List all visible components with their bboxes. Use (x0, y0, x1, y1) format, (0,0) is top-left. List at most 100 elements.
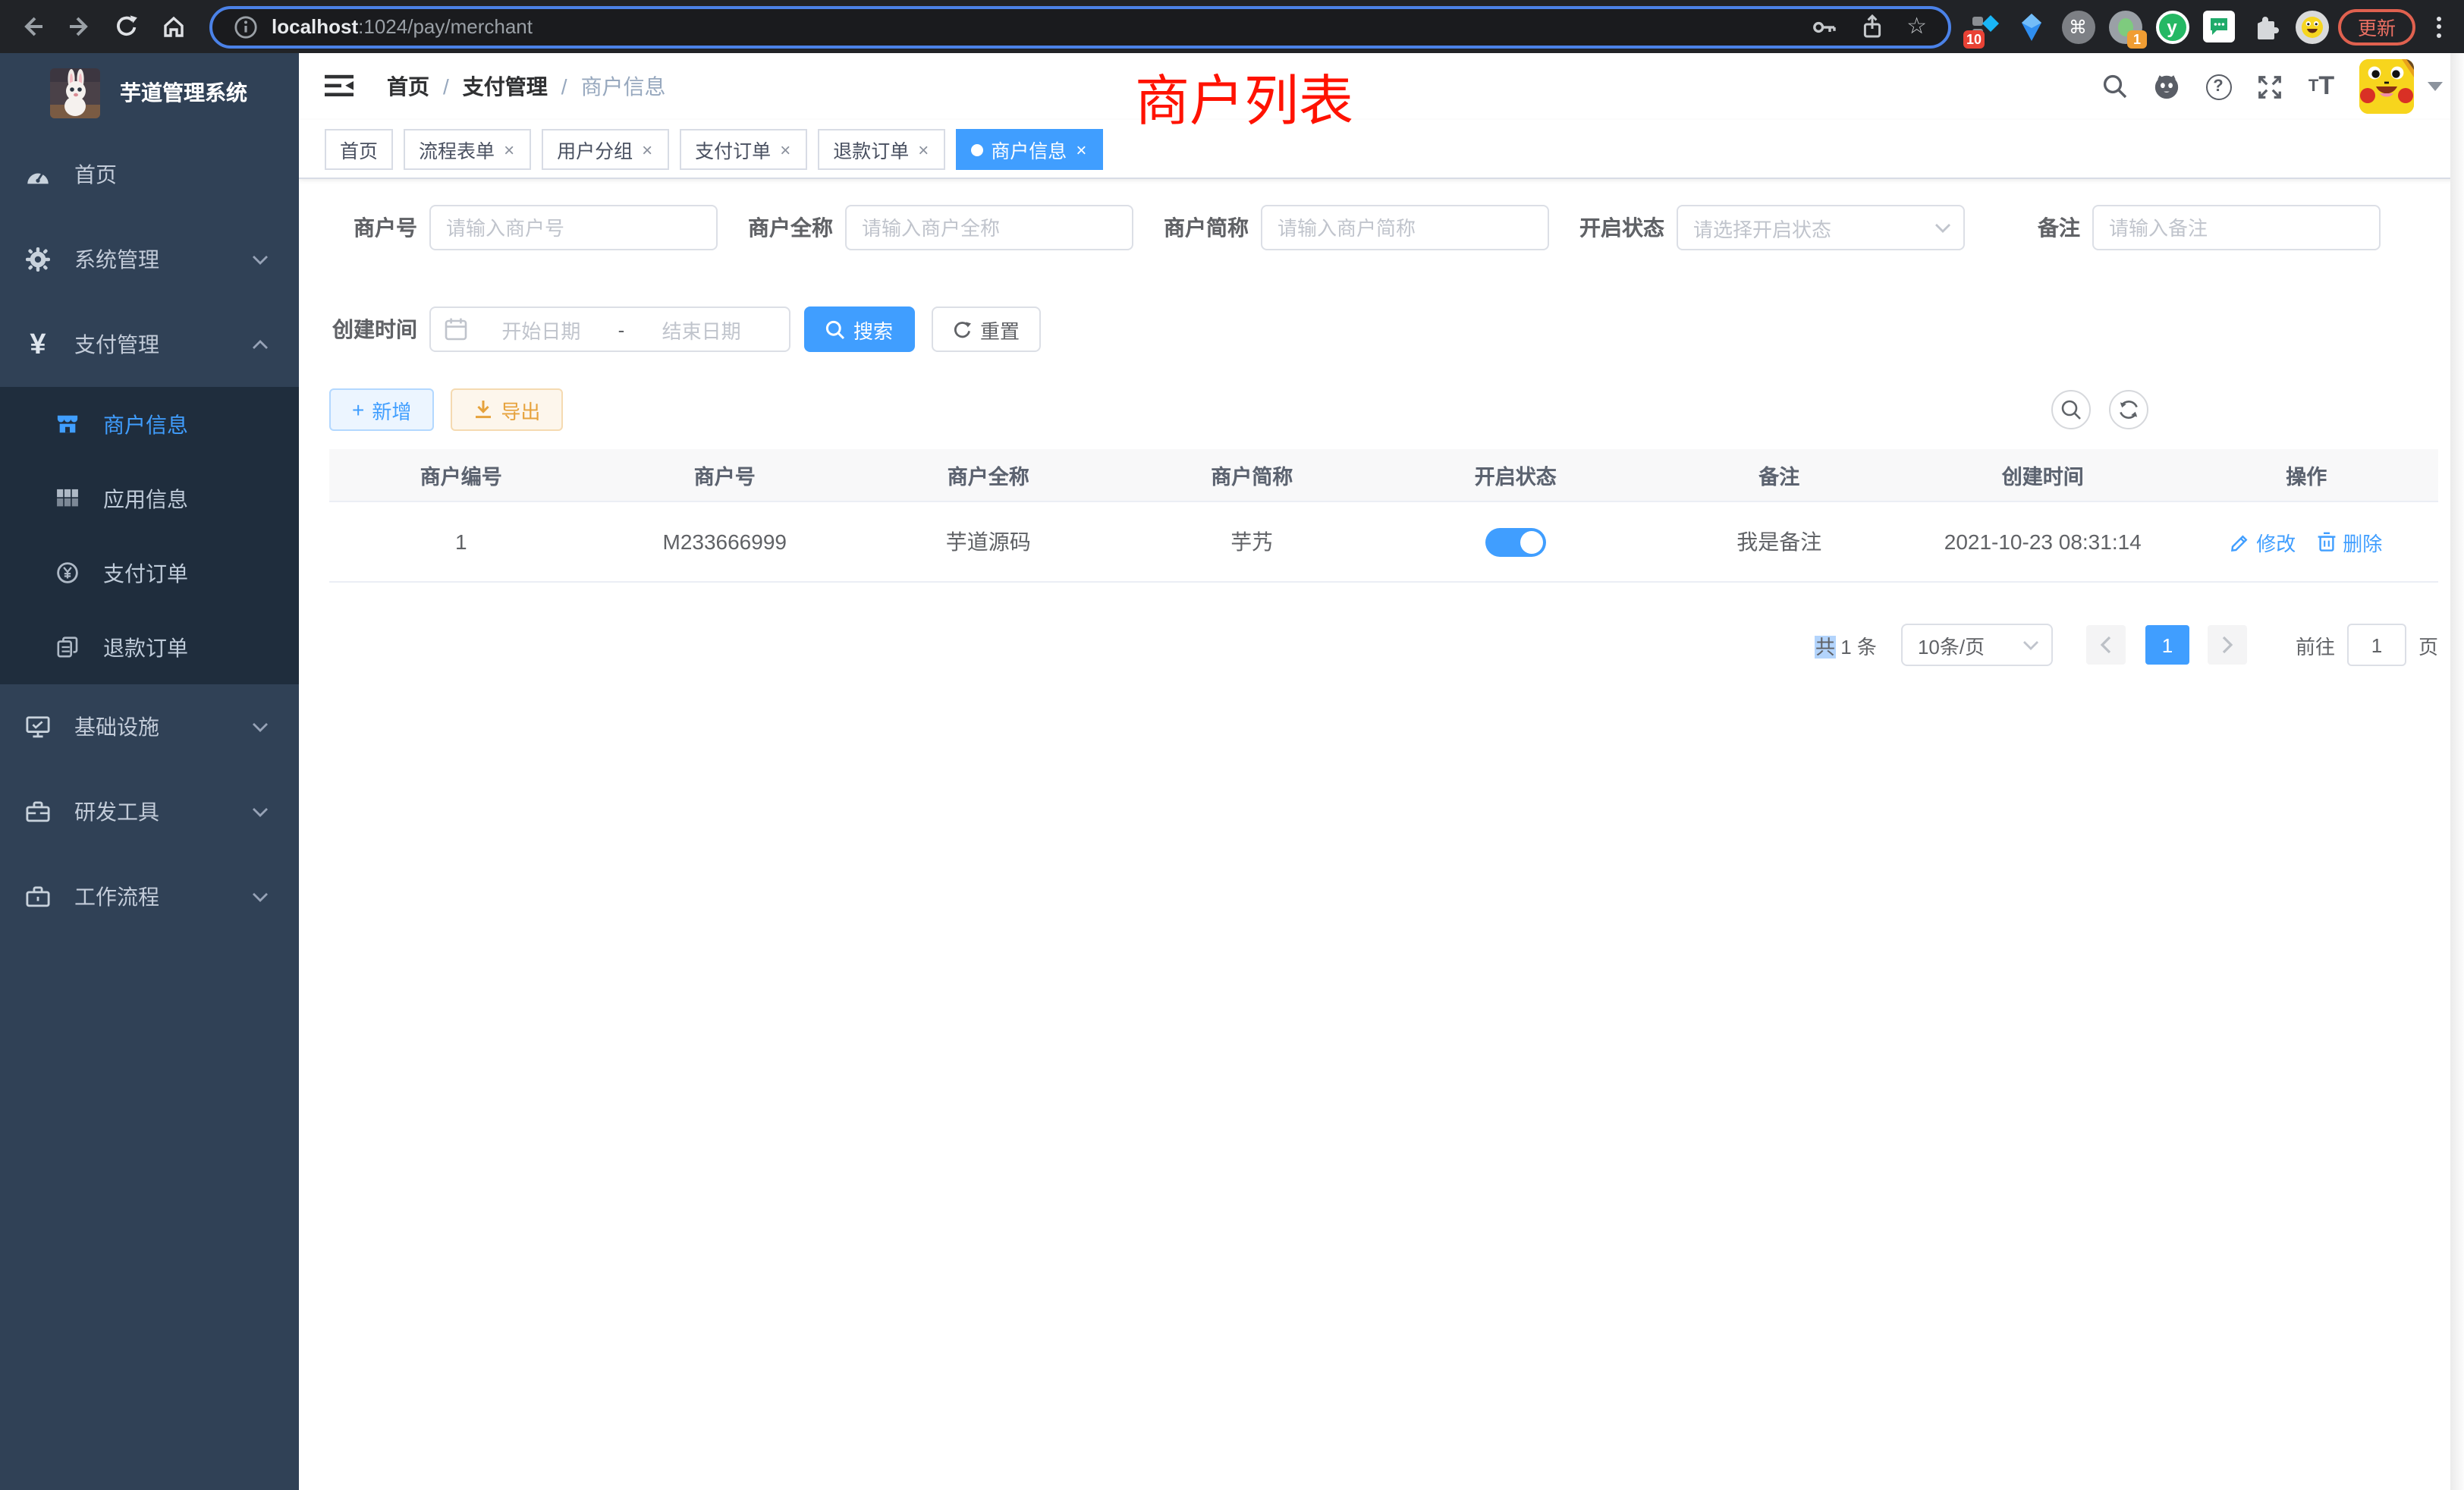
fullscreen-icon[interactable] (2256, 73, 2283, 100)
chevron-down-icon (252, 806, 269, 817)
address-bar[interactable]: localhost:1024/pay/merchant ☆ (209, 5, 1951, 48)
edit-link[interactable]: 修改 (2230, 527, 2296, 556)
col-remark: 备注 (1648, 449, 1912, 501)
cell-merchant-id: 1 (329, 502, 593, 581)
breadcrumb-home[interactable]: 首页 (387, 71, 429, 102)
sidebar-item-system[interactable]: 系统管理 (0, 217, 299, 302)
delete-link[interactable]: 删除 (2317, 527, 2382, 556)
yen-circle-icon (56, 561, 79, 584)
merchant-table: 商户编号 商户号 商户全称 商户简称 开启状态 备注 创建时间 操作 1 M23… (329, 449, 2438, 583)
create-time-range-input[interactable]: 开始日期 - 结束日期 (429, 306, 790, 352)
col-merchant-no: 商户号 (593, 449, 857, 501)
col-short-name: 商户简称 (1120, 449, 1384, 501)
page-number-1[interactable]: 1 (2145, 625, 2189, 665)
bookmark-star-icon[interactable]: ☆ (1906, 15, 1927, 38)
sidebar-item-workflow[interactable]: 工作流程 (0, 854, 299, 939)
goto-page-input[interactable] (2347, 624, 2406, 666)
store-icon (56, 413, 79, 435)
sidebar-item-label: 退款订单 (103, 632, 188, 662)
create-time-label: 创建时间 (314, 314, 417, 344)
export-button[interactable]: 导出 (451, 388, 563, 431)
user-avatar[interactable] (2359, 59, 2414, 114)
password-key-icon[interactable] (1811, 14, 1837, 39)
breadcrumb-current: 商户信息 (581, 71, 666, 102)
sidebar-item-dev-tools[interactable]: 研发工具 (0, 769, 299, 854)
extensions-puzzle-icon[interactable] (2249, 9, 2283, 44)
breadcrumb-payment[interactable]: 支付管理 (463, 71, 548, 102)
site-info-icon[interactable] (234, 14, 258, 39)
forward-icon[interactable] (59, 7, 99, 46)
col-actions: 操作 (2175, 449, 2439, 501)
back-icon[interactable] (12, 7, 52, 46)
pagination: 共 1 条 10条/页 1 前往 页 (299, 624, 2464, 666)
sidebar-item-app-info[interactable]: 应用信息 (0, 461, 299, 536)
full-name-input[interactable] (845, 205, 1133, 250)
extension-gem-icon[interactable] (2013, 9, 2048, 44)
help-icon[interactable]: ? (2205, 73, 2232, 100)
home-icon[interactable] (153, 7, 193, 46)
close-icon[interactable]: × (916, 140, 930, 159)
tab-merchant-info[interactable]: 商户信息× (956, 129, 1103, 170)
search-button[interactable]: 搜索 (804, 306, 915, 352)
screen: localhost:1024/pay/merchant ☆ 10 ⌘ (0, 0, 2464, 1490)
sidebar-item-payment[interactable]: ¥ 支付管理 (0, 302, 299, 387)
plus-icon: + (352, 399, 364, 420)
search-icon[interactable] (2101, 73, 2129, 100)
calendar-icon (445, 317, 467, 341)
merchant-no-input[interactable] (429, 205, 718, 250)
close-icon[interactable]: × (1074, 140, 1088, 159)
tab-process-form[interactable]: 流程表单× (404, 129, 531, 170)
sidebar: 芋道管理系统 首页 系统管理 ¥ 支付管理 (0, 53, 299, 1490)
remark-label: 备注 (1977, 212, 2080, 243)
extension-badge: 1 (2127, 30, 2147, 49)
profile-emoji-icon[interactable] (2296, 10, 2329, 43)
table-header: 商户编号 商户号 商户全称 商户简称 开启状态 备注 创建时间 操作 (329, 449, 2438, 502)
sidebar-item-infrastructure[interactable]: 基础设施 (0, 684, 299, 769)
extension-command-icon[interactable]: ⌘ (2060, 9, 2095, 44)
status-select[interactable]: 请选择开启状态 (1677, 205, 1965, 250)
short-name-input[interactable] (1261, 205, 1549, 250)
sidebar-toggle-icon[interactable] (325, 74, 355, 97)
font-size-icon[interactable]: TT (2308, 73, 2335, 100)
add-button[interactable]: +新增 (329, 388, 434, 431)
tab-user-group[interactable]: 用户分组× (542, 129, 669, 170)
reset-button[interactable]: 重置 (932, 306, 1041, 352)
share-icon[interactable] (1859, 14, 1884, 39)
refresh-table-icon[interactable] (2109, 390, 2148, 429)
extension-session-icon[interactable]: 1 (2107, 9, 2142, 44)
page-size-select[interactable]: 10条/页 (1901, 624, 2053, 666)
tab-home[interactable]: 首页 (325, 129, 393, 170)
close-icon[interactable]: × (778, 140, 792, 159)
chevron-down-icon (252, 254, 269, 265)
close-icon[interactable]: × (502, 140, 516, 159)
extension-yudao-icon[interactable]: y (2154, 9, 2189, 44)
toggle-search-icon[interactable] (2051, 390, 2091, 429)
browser-update-button[interactable]: 更新 (2338, 8, 2415, 45)
prev-page-icon[interactable] (2086, 625, 2126, 665)
active-dot (971, 143, 983, 156)
tab-refund-orders[interactable]: 退款订单× (818, 129, 945, 170)
sidebar-item-label: 基础设施 (74, 712, 159, 742)
extension-chat-icon[interactable] (2202, 9, 2236, 44)
sidebar-item-refund-orders[interactable]: 退款订单 (0, 610, 299, 684)
github-icon[interactable] (2153, 73, 2180, 100)
cell-remark: 我是备注 (1648, 502, 1912, 581)
navbar-tools: ? TT (2077, 53, 2443, 120)
sidebar-item-merchant-info[interactable]: 商户信息 (0, 387, 299, 461)
sidebar-item-label: 支付订单 (103, 558, 188, 588)
remark-input[interactable] (2092, 205, 2381, 250)
next-page-icon[interactable] (2208, 625, 2247, 665)
browser-menu-icon[interactable] (2425, 8, 2452, 45)
tab-pay-orders[interactable]: 支付订单× (680, 129, 807, 170)
status-toggle[interactable] (1485, 527, 1546, 556)
sidebar-item-home[interactable]: 首页 (0, 132, 299, 217)
sidebar-item-label: 工作流程 (74, 882, 159, 912)
sidebar-item-pay-orders[interactable]: 支付订单 (0, 536, 299, 610)
extension-grid-icon[interactable]: 10 (1966, 9, 2001, 44)
full-name-label: 商户全称 (730, 212, 833, 243)
reload-icon[interactable] (106, 7, 146, 46)
avatar-caret-icon[interactable] (2428, 82, 2443, 91)
cell-actions: 修改 删除 (2175, 502, 2439, 581)
close-icon[interactable]: × (640, 140, 654, 159)
app-logo-row[interactable]: 芋道管理系统 (0, 53, 299, 132)
